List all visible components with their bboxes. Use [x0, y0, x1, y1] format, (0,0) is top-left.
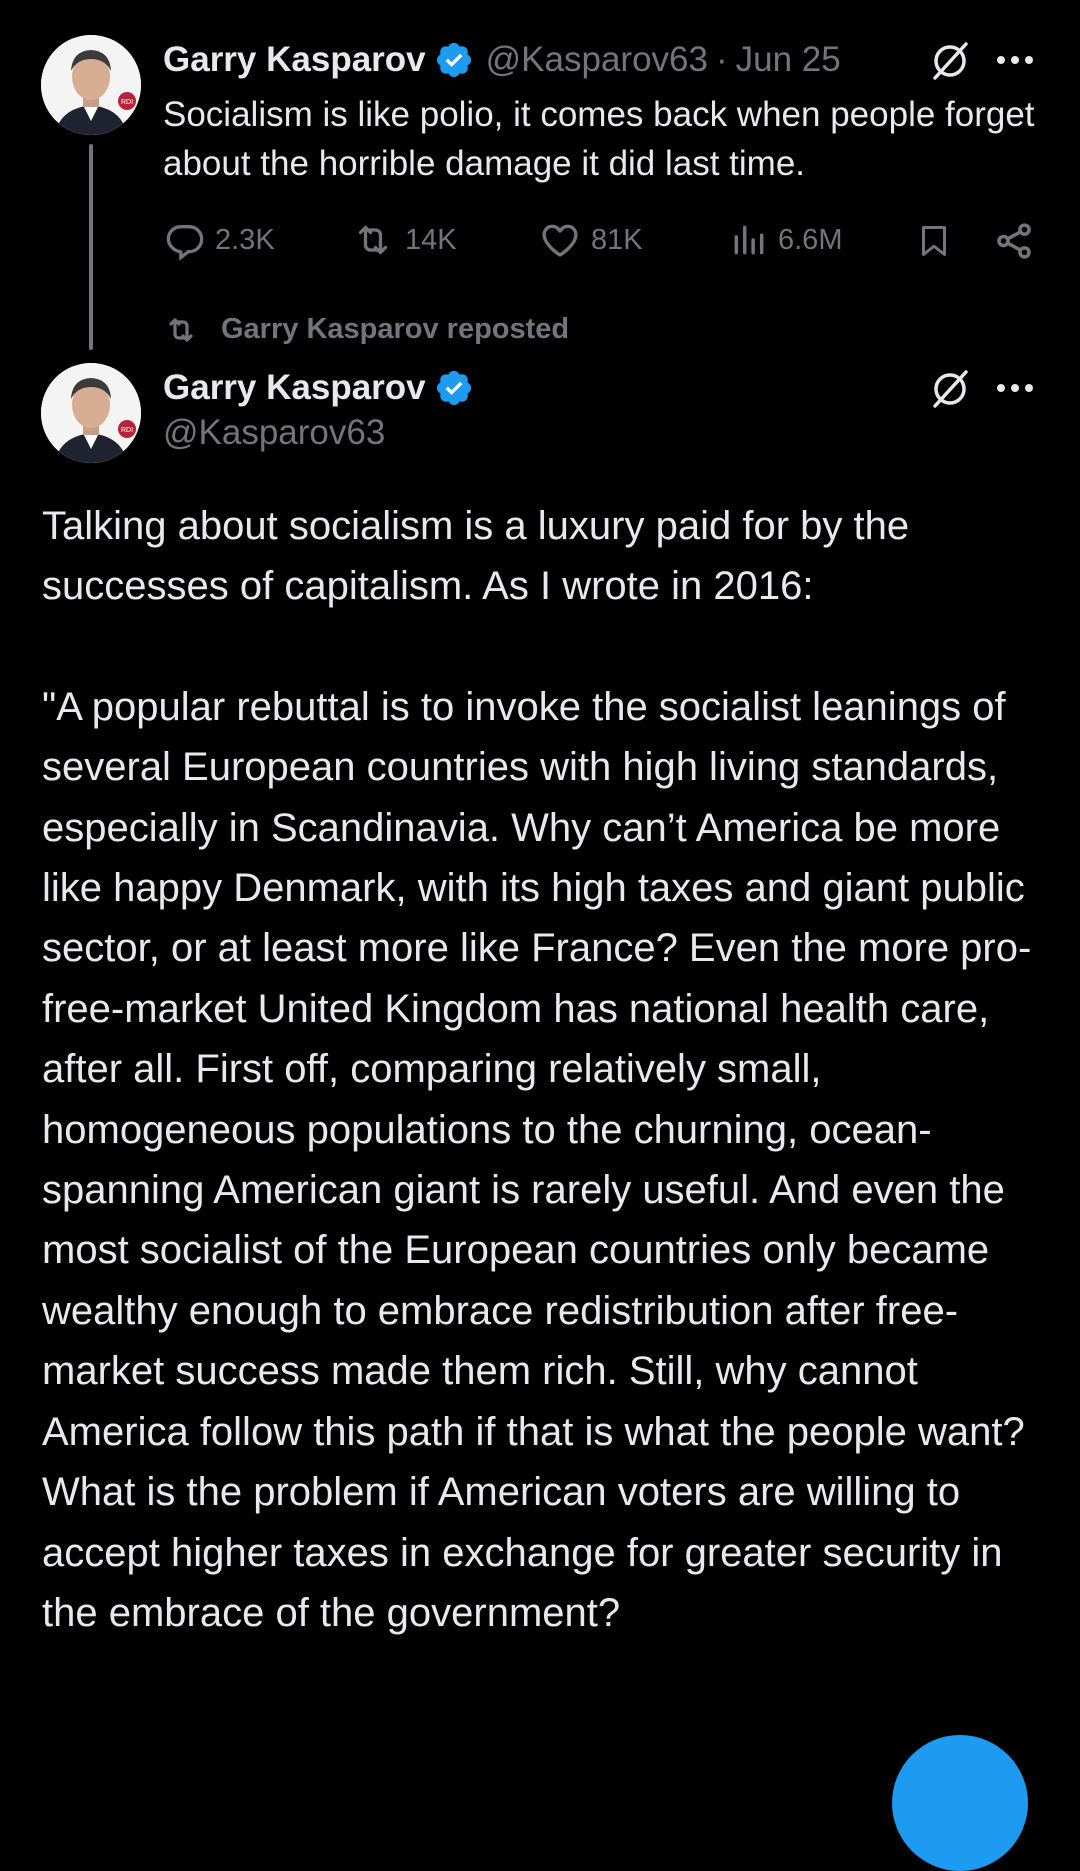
- repost-icon: [169, 317, 193, 342]
- reply-button[interactable]: 2.3K: [165, 220, 275, 260]
- bookmark-button[interactable]: [916, 220, 962, 262]
- thread-connector: [89, 144, 93, 350]
- verified-badge-icon: [436, 370, 471, 406]
- first-tweet-text: Socialism is like polio, it comes back w…: [163, 95, 1035, 183]
- author-handle[interactable]: @Kasparov63: [486, 40, 708, 80]
- share-button[interactable]: [993, 220, 1045, 262]
- like-count: 81K: [591, 223, 643, 256]
- repost-icon: [358, 225, 388, 255]
- tweet-paragraph: "A popular rebuttal is to invoke the soc…: [42, 684, 1032, 1635]
- like-icon: [542, 224, 578, 257]
- author-handle[interactable]: @Kasparov63: [163, 413, 385, 453]
- tweet-paragraph: Talking about socialism is a luxury paid…: [42, 504, 910, 609]
- tweet-date[interactable]: Jun 25: [736, 40, 841, 80]
- reply-icon: [166, 225, 204, 260]
- grok-icon[interactable]: [927, 366, 973, 412]
- share-icon: [997, 223, 1031, 259]
- avatar[interactable]: RDI: [41, 363, 141, 463]
- views-button[interactable]: 6.6M: [730, 220, 842, 260]
- second-tweet-header: Garry Kasparov: [163, 363, 486, 413]
- bookmark-icon: [922, 226, 946, 256]
- separator-dot: ·: [715, 40, 728, 79]
- author-name[interactable]: Garry Kasparov: [163, 40, 426, 80]
- repost-banner[interactable]: Garry Kasparov reposted: [163, 313, 569, 346]
- views-icon: [734, 225, 764, 255]
- repost-banner-label: Garry Kasparov reposted: [221, 313, 570, 345]
- view-count: 6.6M: [778, 223, 843, 256]
- avatar[interactable]: RDI: [41, 35, 141, 135]
- more-icon[interactable]: [993, 373, 1037, 403]
- first-tweet-header: Garry Kasparov @Kasparov63 · Jun 25: [163, 35, 841, 85]
- avatar-badge-text: RDI: [121, 99, 133, 106]
- repost-count: 14K: [405, 223, 457, 256]
- repost-button[interactable]: 14K: [351, 220, 457, 260]
- author-name[interactable]: Garry Kasparov: [163, 368, 426, 408]
- reply-count: 2.3K: [215, 223, 275, 256]
- second-tweet-text: Talking about socialism is a luxury paid…: [42, 496, 1052, 1643]
- avatar-badge-text: RDI: [121, 427, 133, 434]
- first-tweet-actions: 2.3K 14K 81K 6.6M: [163, 220, 1043, 270]
- grok-icon[interactable]: [927, 38, 973, 84]
- verified-badge-icon: [436, 42, 471, 78]
- compose-fab-button[interactable]: [892, 1735, 1028, 1871]
- more-icon[interactable]: [993, 45, 1037, 75]
- like-button[interactable]: 81K: [539, 220, 643, 260]
